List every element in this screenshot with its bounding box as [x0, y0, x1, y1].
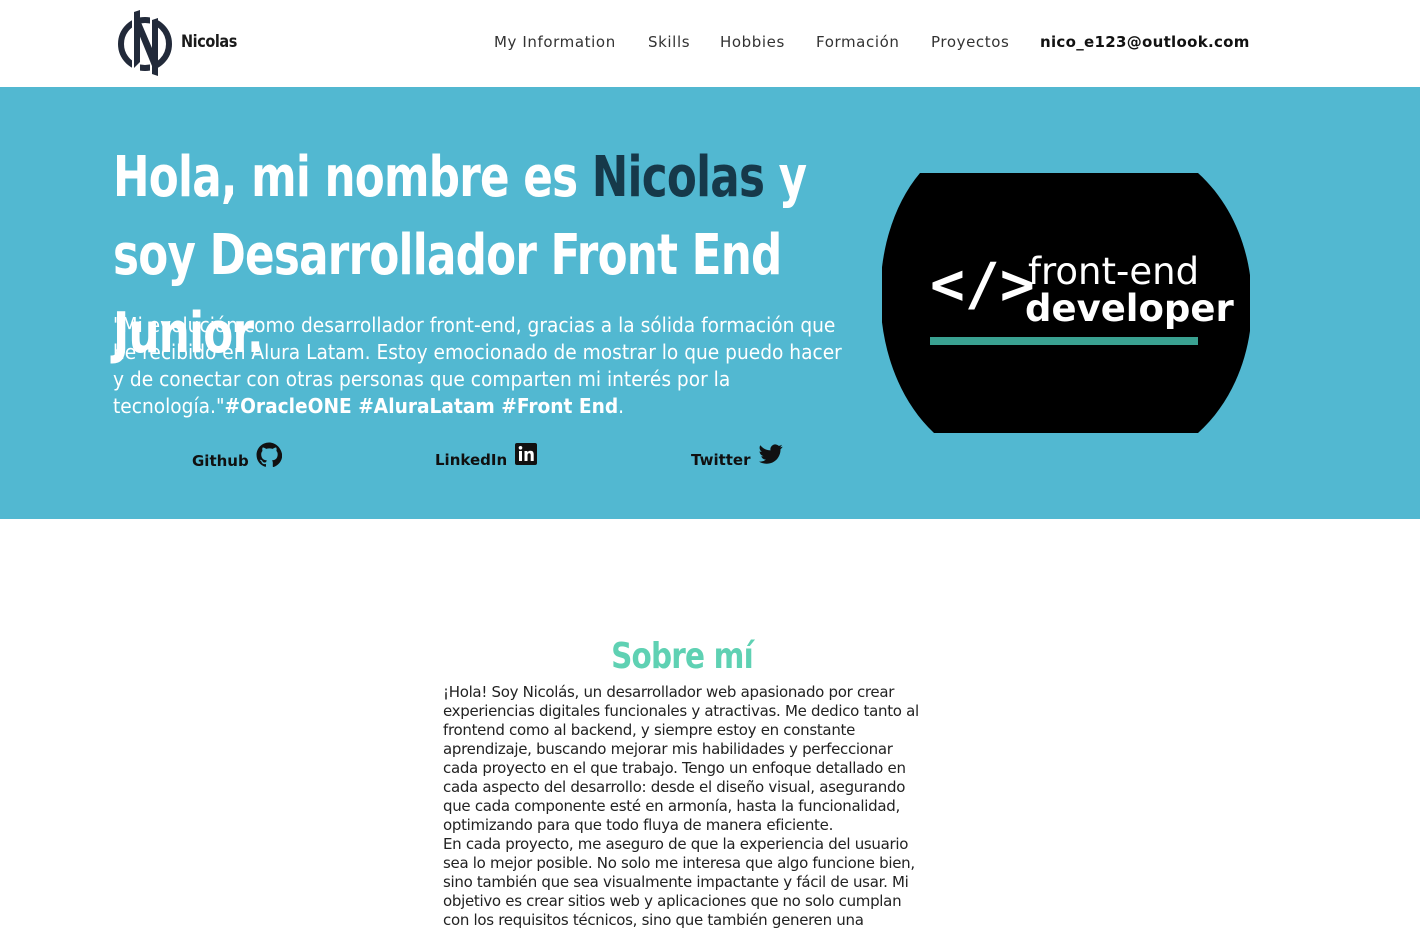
- hero-title-name: Nicolas: [591, 145, 765, 210]
- hero-quote: "Mi evolución como desarrollador front-e…: [113, 312, 857, 420]
- front-end-developer-badge: </> front-end developer: [882, 173, 1250, 433]
- hero-title-part1: Hola, mi nombre es: [113, 145, 592, 210]
- badge-line-developer: developer: [1025, 287, 1234, 330]
- about-title: Sobre mí: [611, 636, 754, 677]
- github-label: Github: [192, 451, 249, 470]
- site-header: Nicolas My Information Skills Hobbies Fo…: [0, 0, 1420, 87]
- main-nav: My Information Skills Hobbies Formación …: [0, 33, 1420, 57]
- about-paragraph-1: ¡Hola! Soy Nicolás, un desarrollador web…: [443, 683, 919, 834]
- nav-email-link[interactable]: nico_e123@outlook.com: [1040, 33, 1250, 51]
- hero-quote-end: .: [618, 394, 625, 418]
- linkedin-icon: [515, 443, 538, 465]
- nav-link-proyectos[interactable]: Proyectos: [931, 33, 1009, 51]
- linkedin-label: LinkedIn: [435, 450, 508, 469]
- nav-link-skills[interactable]: Skills: [648, 33, 690, 51]
- linkedin-link[interactable]: LinkedIn: [435, 442, 538, 469]
- twitter-icon: [758, 444, 783, 464]
- code-symbol-icon: </>: [930, 250, 1035, 318]
- nav-link-hobbies[interactable]: Hobbies: [720, 33, 785, 51]
- hero-quote-tags: #OracleONE #AluraLatam #Front End: [224, 394, 619, 418]
- nav-link-my-information[interactable]: My Information: [494, 33, 616, 51]
- github-link[interactable]: Github: [192, 442, 283, 470]
- twitter-link[interactable]: Twitter: [691, 442, 784, 469]
- nav-link-formacion[interactable]: Formación: [816, 33, 899, 51]
- hero-section: Hola, mi nombre es Nicolas y soy Desarro…: [0, 87, 1420, 519]
- github-icon: [256, 442, 283, 468]
- about-text: ¡Hola! Soy Nicolás, un desarrollador web…: [443, 683, 925, 930]
- badge-underline: [930, 337, 1198, 345]
- about-paragraph-2: En cada proyecto, me aseguro de que la e…: [443, 835, 915, 929]
- twitter-label: Twitter: [691, 450, 751, 469]
